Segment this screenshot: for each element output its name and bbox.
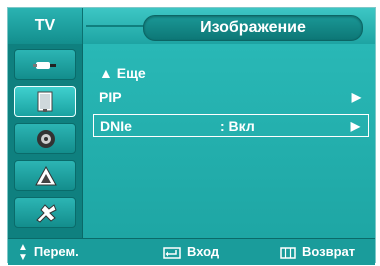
menu-content: ▲ Еще PIP ▶ DNIe : Вкл ▶ (83, 44, 375, 238)
return-icon (280, 246, 296, 259)
menu-item-more[interactable]: ▲ Еще (93, 62, 369, 85)
footer-move: ▲ ▼ Перем. (18, 239, 79, 265)
speaker-icon (37, 130, 55, 148)
menu-item-label: ▲ Еще (99, 65, 146, 81)
footer-return-label: Возврат (302, 244, 356, 259)
arrow-right-icon: ▶ (351, 90, 361, 104)
menu-item-dnie[interactable]: DNIe : Вкл ▶ (93, 114, 369, 137)
sidebar (8, 44, 83, 238)
sidebar-item-picture[interactable] (14, 86, 76, 117)
menu-item-label: PIP (99, 89, 122, 105)
footer-move-label: Перем. (33, 244, 79, 259)
sidebar-item-sound[interactable] (14, 123, 76, 154)
osd-panel: TV Изображение ▲ Еще PIP ▶ DNIe: Вкл ▶ … (7, 7, 376, 265)
antenna-icon (33, 62, 56, 69)
picture-icon (37, 91, 53, 112)
tv-tab[interactable]: TV (8, 8, 83, 44)
menu-item-label: DNIe (100, 118, 132, 134)
footer-return: Возврат (280, 239, 355, 265)
sidebar-item-setup[interactable] (14, 197, 76, 228)
header-divider (86, 25, 148, 27)
sidebar-item-channel[interactable] (14, 160, 76, 191)
footer-enter-label: Вход (187, 244, 220, 259)
footer-bar: ▲ ▼ Перем. Вход Возврат (8, 238, 375, 265)
updown-arrows-icon: ▲ ▼ (18, 241, 28, 263)
enter-icon (163, 246, 181, 259)
page-title: Изображение (143, 15, 363, 41)
tv-osd-frame: TV Изображение ▲ Еще PIP ▶ DNIe: Вкл ▶ … (0, 0, 380, 266)
menu-item-value: : Вкл (220, 118, 255, 134)
channel-icon (35, 165, 57, 186)
sidebar-item-input[interactable] (14, 49, 76, 80)
menu-item-pip[interactable]: PIP ▶ (93, 86, 369, 109)
osd-header: TV Изображение (8, 8, 375, 44)
arrow-right-icon: ▶ (350, 119, 360, 133)
footer-enter: Вход (163, 239, 219, 265)
setup-icon (36, 204, 57, 223)
